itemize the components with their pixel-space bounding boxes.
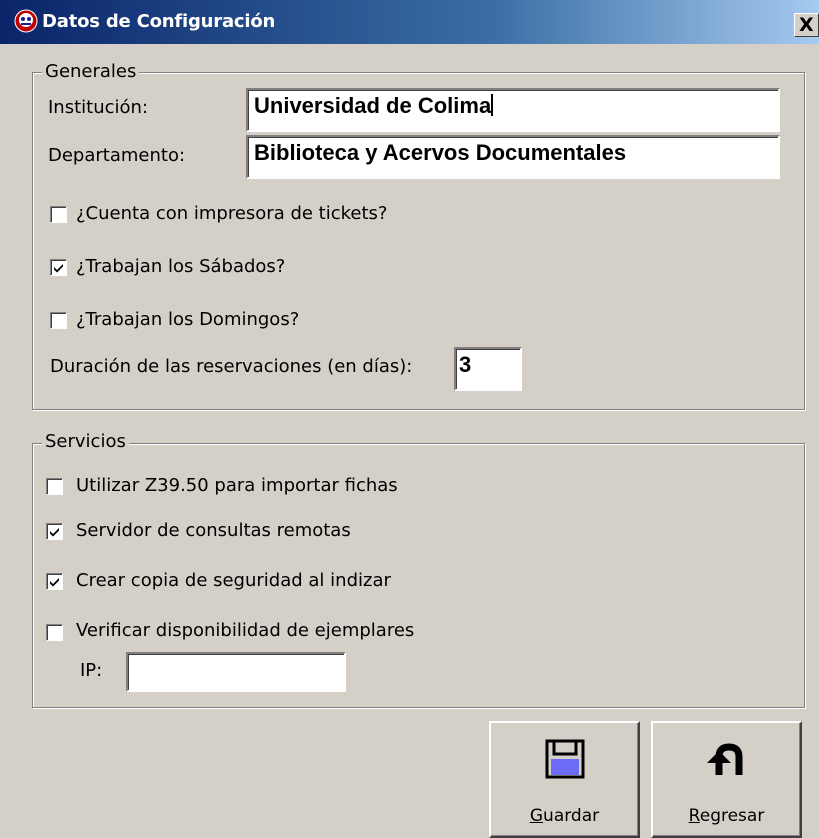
u-turn-arrow-icon — [706, 743, 742, 775]
checkmark-icon — [50, 578, 59, 587]
duracion-value: 3 — [459, 352, 472, 377]
guardar-label: Guardar — [529, 806, 600, 826]
checkmark-icon — [50, 528, 59, 537]
close-icon: X — [799, 14, 814, 36]
duracion-label: Duración de las reservaciones (en días): — [50, 356, 413, 377]
verificar-disponibilidad-label[interactable]: Verificar disponibilidad de ejemplares — [76, 620, 414, 642]
checkbox-impresora-tickets[interactable] — [50, 206, 67, 223]
departamento-field[interactable]: Biblioteca y Acervos Documentales — [246, 135, 780, 179]
config-window: Datos de Configuración X Generales Insti… — [0, 0, 819, 838]
guardar-button[interactable]: Guardar — [489, 721, 640, 838]
impresora-tickets-label[interactable]: ¿Cuenta con impresora de tickets? — [76, 203, 387, 225]
z3950-label[interactable]: Utilizar Z39.50 para importar fichas — [76, 475, 398, 497]
checkbox-trabajan-sabados[interactable] — [50, 259, 67, 276]
checkbox-z3950[interactable] — [46, 478, 63, 495]
checkbox-trabajan-domingos[interactable] — [50, 312, 67, 329]
checkbox-verificar-disponibilidad[interactable] — [46, 624, 63, 641]
copia-seguridad-label[interactable]: Crear copia de seguridad al indizar — [76, 570, 391, 592]
ip-label: IP: — [80, 660, 103, 681]
departamento-label: Departamento: — [48, 145, 186, 166]
regresar-label: Regresar — [688, 806, 765, 826]
institucion-value: Universidad de Colima — [254, 93, 492, 118]
institucion-field[interactable]: Universidad de Colima — [246, 88, 780, 132]
duracion-field[interactable]: 3 — [454, 347, 522, 391]
checkbox-copia-seguridad[interactable] — [46, 573, 63, 590]
checkmark-icon — [54, 264, 63, 273]
floppy-disk-icon — [545, 739, 584, 779]
trabajan-domingos-label[interactable]: ¿Trabajan los Domingos? — [76, 309, 299, 331]
ip-field[interactable] — [126, 652, 346, 692]
window-title: Datos de Configuración — [42, 11, 276, 32]
institucion-label: Institución: — [48, 97, 149, 118]
checkbox-servidor-consultas[interactable] — [46, 523, 63, 540]
app-logo-icon — [14, 9, 38, 33]
generales-legend: Generales — [42, 62, 140, 82]
servicios-legend: Servicios — [42, 432, 129, 452]
departamento-value: Biblioteca y Acervos Documentales — [254, 140, 627, 165]
servidor-consultas-label[interactable]: Servidor de consultas remotas — [76, 520, 351, 542]
close-button[interactable]: X — [794, 13, 819, 37]
regresar-button[interactable]: Regresar — [651, 721, 802, 838]
trabajan-sabados-label[interactable]: ¿Trabajan los Sábados? — [76, 256, 285, 278]
title-bar[interactable]: Datos de Configuración X — [0, 0, 819, 44]
